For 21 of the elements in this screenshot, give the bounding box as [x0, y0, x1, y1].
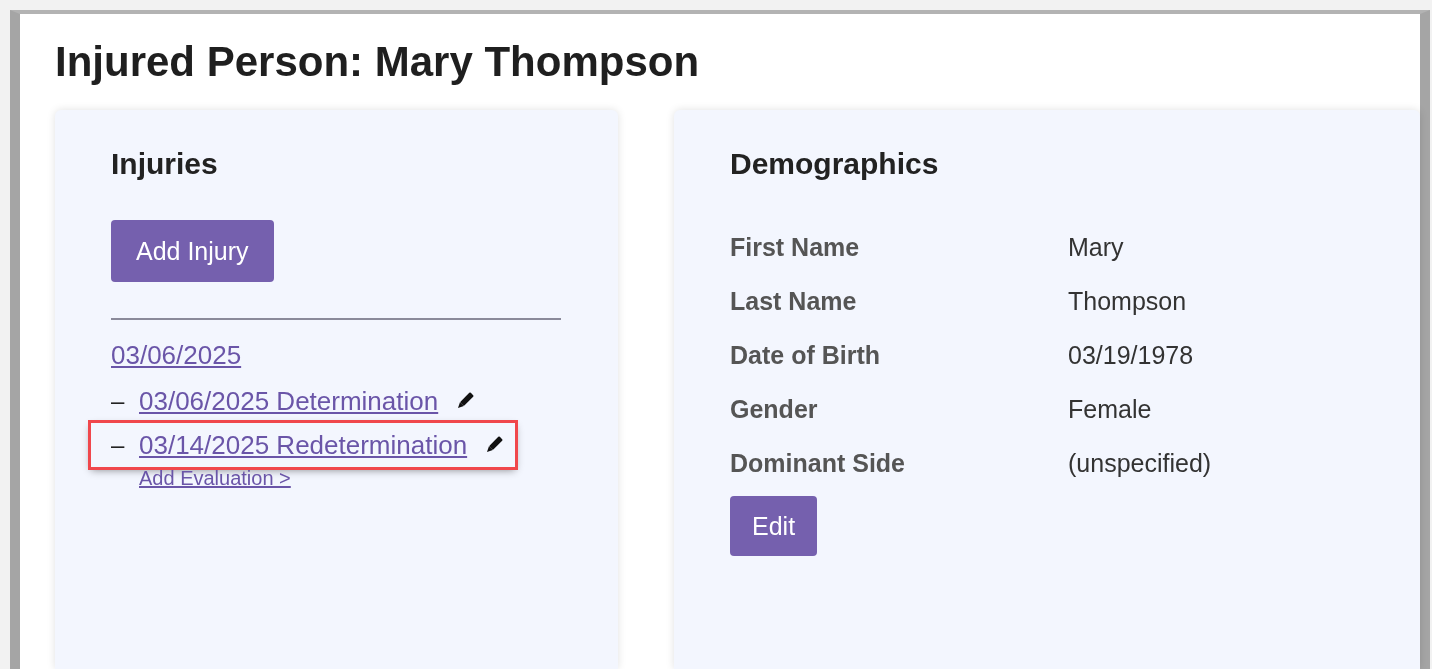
field-label: Dominant Side: [730, 448, 906, 479]
field-label: Last Name: [730, 286, 858, 317]
evaluation-link[interactable]: 03/06/2025 Determination: [139, 385, 439, 417]
field-label: Date of Birth: [730, 340, 881, 371]
add-evaluation-link[interactable]: Add Evaluation >: [139, 467, 291, 490]
edit-button[interactable]: Edit: [730, 496, 818, 556]
field-value: 03/19/1978: [1068, 340, 1195, 371]
page-title: Injured Person: Mary Thompson: [55, 38, 700, 86]
injury-date-link[interactable]: 03/06/2025: [111, 340, 242, 371]
evaluation-link[interactable]: 03/14/2025 Redetermination: [139, 429, 468, 461]
dash: –: [111, 387, 125, 415]
add-injury-button[interactable]: Add Injury: [111, 220, 274, 282]
field-value: Mary: [1068, 232, 1125, 263]
card-heading: Demographics: [730, 146, 940, 182]
card-heading: Injuries: [111, 146, 219, 182]
field-value: (unspecified): [1068, 448, 1213, 479]
field-label: First Name: [730, 232, 861, 263]
field-label: Gender: [730, 394, 819, 425]
field-value: Thompson: [1068, 286, 1188, 317]
field-value: Female: [1068, 394, 1153, 425]
dash: –: [111, 431, 125, 459]
